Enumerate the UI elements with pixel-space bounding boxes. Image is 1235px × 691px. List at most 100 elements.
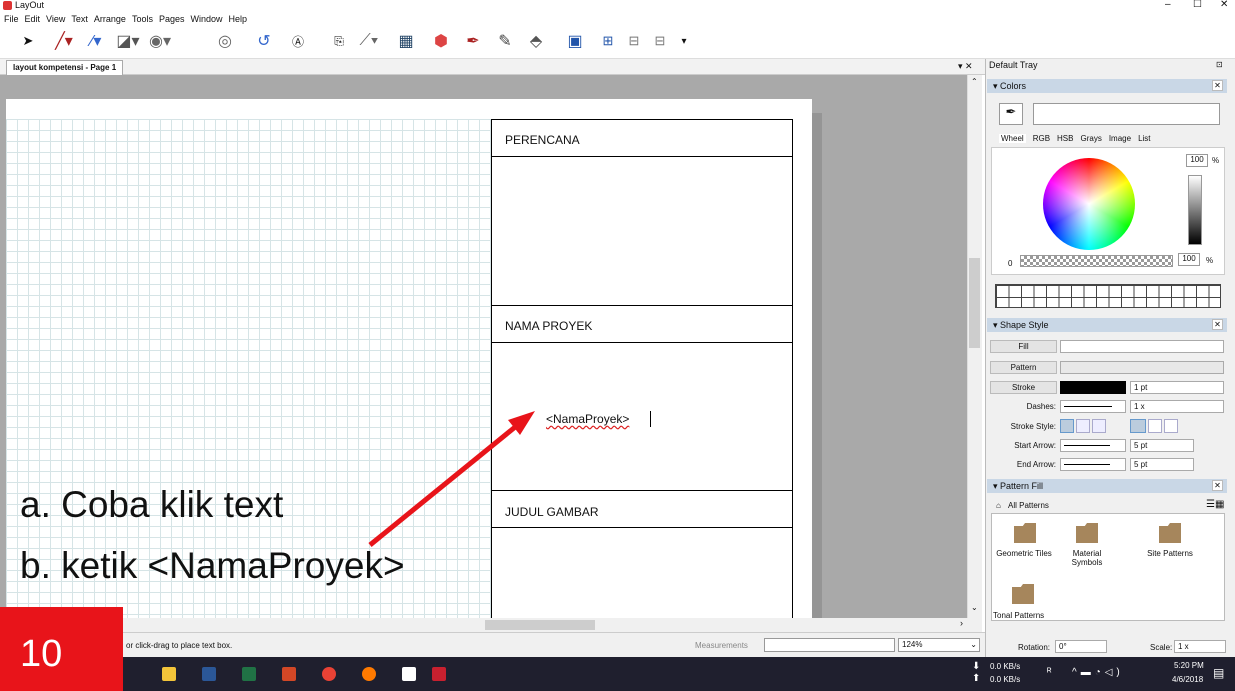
offset-tool-icon[interactable]: ↺ [255,30,273,52]
stroke-width-select[interactable]: 1 pt [1130,381,1224,394]
rotation-select[interactable]: 0° [1055,640,1107,653]
folder-tonal-patterns[interactable]: Tonal Patterns [993,611,1044,620]
style-tool-icon[interactable]: ✒ [464,30,482,52]
chrome-icon[interactable] [322,667,336,681]
layout-taskbar-icon[interactable] [432,667,446,681]
notifications-icon[interactable]: ▤ [1213,666,1224,680]
eyedropper-icon[interactable]: ✒ [999,103,1023,125]
flat-cap-icon[interactable] [1130,419,1146,433]
circle-tool-icon[interactable]: ◉▾ [146,30,174,52]
color-swatch-grid[interactable] [995,284,1221,308]
start-arrow-select[interactable] [1060,439,1126,452]
firefox-icon[interactable] [362,667,376,681]
menu-text[interactable]: Text [71,14,88,24]
table-tool-icon[interactable]: ▦ [397,30,415,52]
presentation-icon[interactable]: ▣ [565,30,585,52]
color-swatch[interactable] [1033,103,1220,125]
document-tab-controls[interactable]: ▾ ✕ [958,61,973,72]
end-arrow-select[interactable] [1060,458,1126,471]
dashes-scale-select[interactable]: 1 x [1130,400,1224,413]
close-button[interactable]: ✕ [1220,0,1228,10]
select-tool-icon[interactable]: ➤ [20,30,36,52]
tab-rgb[interactable]: RGB [1033,134,1050,143]
clock-date[interactable]: 4/6/2018 [1172,675,1203,684]
menu-window[interactable]: Window [190,14,222,24]
eraser-tool-icon[interactable]: ⬢ [432,30,450,52]
document-tab[interactable]: layout kompetensi - Page 1 [6,60,124,75]
file-explorer-icon[interactable] [162,667,176,681]
pattern-swatch[interactable] [1060,361,1224,374]
polygon-tool-icon[interactable]: ◎ [216,30,234,52]
end-arrow-size-select[interactable]: 5 pt [1130,458,1194,471]
colors-panel-header[interactable]: ▾ Colors ✕ [987,79,1227,93]
nama-proyek-label[interactable]: NAMA PROYEK [505,319,592,333]
dimension-tool-icon[interactable]: ⟋▾ [355,30,383,52]
maximize-button[interactable]: ☐ [1193,0,1202,10]
folder-site-patterns[interactable]: Site Patterns [1140,549,1200,558]
bevel-join-icon[interactable] [1092,419,1106,433]
tab-hsb[interactable]: HSB [1057,134,1073,143]
opacity-slider[interactable] [1020,255,1173,267]
folder-geometric-tiles[interactable]: Geometric Tiles [995,549,1053,558]
fill-button[interactable]: Fill [990,340,1057,353]
menu-file[interactable]: File [4,14,19,24]
shape-style-panel-header[interactable]: ▾ Shape Style ✕ [987,318,1227,332]
square-cap-icon[interactable] [1164,419,1178,433]
horizontal-scroll-thumb[interactable] [485,620,595,630]
tab-list[interactable]: List [1138,134,1150,143]
brightness-slider[interactable] [1188,175,1202,245]
pattern-fill-panel-header[interactable]: ▾ Pattern Fill ✕ [987,479,1227,493]
menu-edit[interactable]: Edit [25,14,41,24]
color-wheel[interactable] [1043,158,1135,250]
start-arrow-size-select[interactable]: 5 pt [1130,439,1194,452]
people-icon[interactable]: ᴿ [1047,667,1052,678]
excel-icon[interactable] [242,667,256,681]
add-page-icon[interactable]: ⊞ [600,30,616,52]
dashes-select[interactable] [1060,400,1126,413]
round-cap-icon[interactable] [1148,419,1162,433]
system-tray-icons[interactable]: ^▬◔◁) [1072,667,1124,678]
tab-image[interactable]: Image [1109,134,1131,143]
rectangle-tool-icon[interactable]: ◪▾ [114,30,142,52]
word-icon[interactable] [202,667,216,681]
folder-icon[interactable] [1076,523,1098,543]
next-page-icon[interactable]: ⊟ [652,30,668,52]
previous-page-icon[interactable]: ⊟ [626,30,642,52]
home-icon[interactable]: ⌂ [996,501,1001,510]
tray-pin-icon[interactable]: ⊡ [1216,60,1223,69]
folder-material-symbols[interactable]: Material Symbols [1060,549,1114,567]
opacity-input[interactable]: 100 [1178,253,1200,266]
brightness-input[interactable]: 100 [1186,154,1208,167]
menu-pages[interactable]: Pages [159,14,185,24]
line-tool-icon[interactable]: ╱▾ [52,30,76,52]
stroke-color-swatch[interactable] [1060,381,1126,394]
clock-time[interactable]: 5:20 PM [1174,661,1204,670]
folder-icon[interactable] [1159,523,1181,543]
close-icon[interactable]: ✕ [1212,480,1223,491]
title-block-perencana-body[interactable] [491,156,793,306]
scroll-down-icon[interactable]: ⌄ [971,603,978,612]
menu-tools[interactable]: Tools [132,14,153,24]
scroll-up-icon[interactable]: ⌃ [971,77,978,86]
folder-icon[interactable] [1014,523,1036,543]
arc-tool-icon[interactable]: ⁄▾ [82,30,110,52]
scale-select[interactable]: 1 x [1174,640,1226,653]
join-tool-icon[interactable]: ⬘ [527,30,545,52]
fill-swatch[interactable] [1060,340,1224,353]
tab-grays[interactable]: Grays [1080,134,1101,143]
close-icon[interactable]: ✕ [1212,319,1223,330]
toolbar-overflow-icon[interactable]: ▾ [676,30,692,52]
label-tool-icon[interactable]: ⎘ [330,30,348,52]
menu-help[interactable]: Help [229,14,248,24]
vertical-scroll-thumb[interactable] [969,258,980,348]
miter-join-icon[interactable] [1060,419,1074,433]
minimize-button[interactable]: – [1165,0,1171,10]
menu-arrange[interactable]: Arrange [94,14,126,24]
powerpoint-icon[interactable] [282,667,296,681]
zoom-select[interactable]: 124% ⌄ [898,638,980,652]
perencana-label[interactable]: PERENCANA [505,133,580,147]
scroll-right-icon[interactable]: › [960,618,963,628]
view-toggle-icon[interactable]: ☰▦ [1206,499,1224,510]
split-tool-icon[interactable]: ✎ [496,30,514,52]
round-join-icon[interactable] [1076,419,1090,433]
